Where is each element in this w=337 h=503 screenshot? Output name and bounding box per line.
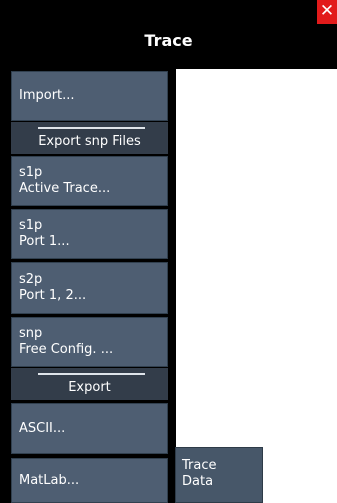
import-button[interactable]: Import... bbox=[11, 71, 168, 121]
export-section: Export bbox=[11, 368, 168, 400]
section-label: Export bbox=[68, 380, 111, 395]
button-line2: Port 1... bbox=[19, 234, 70, 249]
button-line2: Port 1, 2... bbox=[19, 288, 87, 303]
button-line2: Data bbox=[182, 474, 214, 489]
export-snp-files-section: Export snp Files bbox=[11, 122, 168, 154]
title-bar: Trace ✕ bbox=[0, 0, 337, 69]
s1p-active-trace-button[interactable]: s1p Active Trace... bbox=[11, 156, 168, 206]
trace-menu-panel: Import... Export snp Files s1p Active Tr… bbox=[0, 69, 176, 503]
button-line1: s2p bbox=[19, 272, 43, 287]
snp-free-config-button[interactable]: snp Free Config. ... bbox=[11, 317, 168, 367]
window-title: Trace bbox=[144, 31, 193, 50]
matlab-button[interactable]: MatLab... bbox=[11, 458, 168, 503]
button-line1: snp bbox=[19, 326, 43, 341]
button-line1: Trace bbox=[182, 458, 217, 473]
ascii-label: ASCII... bbox=[19, 420, 66, 436]
button-line1: s1p bbox=[19, 165, 43, 180]
button-line2: Free Config. ... bbox=[19, 342, 114, 357]
section-divider bbox=[38, 127, 145, 129]
matlab-label: MatLab... bbox=[19, 472, 80, 488]
import-label: Import... bbox=[19, 88, 75, 103]
s2p-port-button[interactable]: s2p Port 1, 2... bbox=[11, 262, 168, 314]
section-divider bbox=[38, 373, 145, 375]
ascii-button[interactable]: ASCII... bbox=[11, 403, 168, 454]
close-icon: ✕ bbox=[319, 1, 335, 21]
button-line2: Active Trace... bbox=[19, 181, 111, 196]
s1p-port-button[interactable]: s1p Port 1... bbox=[11, 209, 168, 259]
button-line1: s1p bbox=[19, 218, 43, 233]
trace-data-button[interactable]: Trace Data bbox=[175, 447, 263, 503]
close-button[interactable]: ✕ bbox=[317, 0, 337, 24]
section-label: Export snp Files bbox=[38, 134, 141, 149]
